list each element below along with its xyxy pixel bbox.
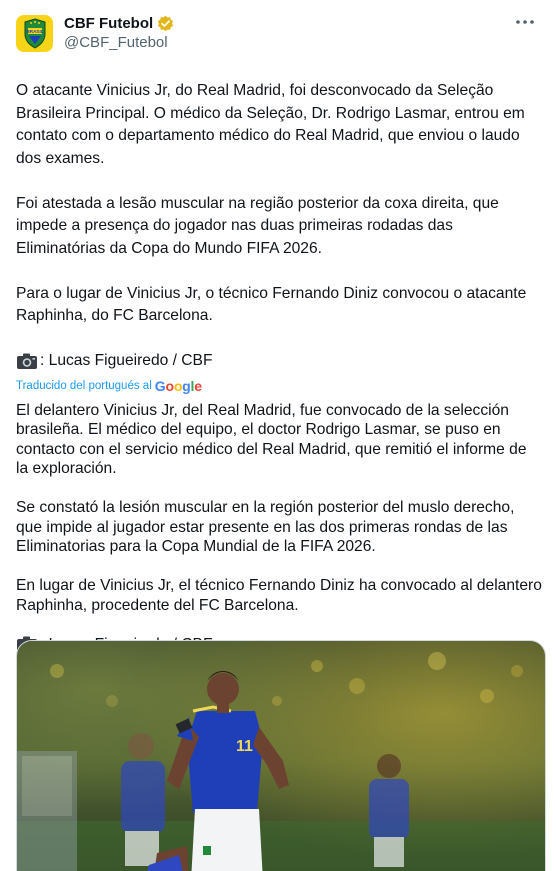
avatar[interactable]: BRASIL <box>16 15 53 52</box>
original-paragraph-3: Para o lugar de Vinicius Jr, o técnico F… <box>16 284 527 325</box>
cbf-crest-logo: BRASIL <box>24 18 45 49</box>
original-photo-credit: : Lucas Figueiredo / CBF <box>16 350 542 373</box>
jersey-number: 11 <box>236 738 253 755</box>
original-paragraph-2: Foi atestada a lesão muscular na região … <box>16 194 499 257</box>
tweet-text-original: O atacante Vinicius Jr, do Real Madrid, … <box>16 80 542 373</box>
display-name-row: CBF Futebol <box>64 14 174 33</box>
translated-paragraph-3: En lugar de Vinicius Jr, el técnico Fern… <box>16 577 542 614</box>
photo-football-player: 11 <box>17 641 545 871</box>
google-logo: Google <box>154 377 202 394</box>
translated-paragraph-2: Se constató la lesión muscular en la reg… <box>16 499 515 555</box>
tweet: BRASIL CBF Futebol @CBF_Futebol O atacan… <box>0 0 556 871</box>
tweet-text-translated: El delantero Vinicius Jr, del Real Madri… <box>16 401 542 655</box>
more-options-button[interactable] <box>512 12 538 32</box>
camera-icon <box>17 353 37 370</box>
translation-label: Traducido del portugués al <box>16 379 152 392</box>
avatar-text: BRASIL <box>26 29 43 34</box>
translated-paragraph-1: El delantero Vinicius Jr, del Real Madri… <box>16 401 527 478</box>
tweet-photo[interactable]: 11 <box>16 640 546 871</box>
original-paragraph-1: O atacante Vinicius Jr, do Real Madrid, … <box>16 82 525 167</box>
translation-attribution[interactable]: Traducido del portugués al Google <box>16 377 540 394</box>
verified-gold-badge-icon[interactable] <box>157 15 174 32</box>
tweet-header: BRASIL CBF Futebol @CBF_Futebol <box>16 14 540 64</box>
display-name[interactable]: CBF Futebol <box>64 15 153 32</box>
author-handle[interactable]: @CBF_Futebol <box>64 33 174 53</box>
original-credit-text: : Lucas Figueiredo / CBF <box>40 352 213 369</box>
author-names: CBF Futebol @CBF_Futebol <box>64 14 174 53</box>
more-options-icon <box>516 20 534 24</box>
